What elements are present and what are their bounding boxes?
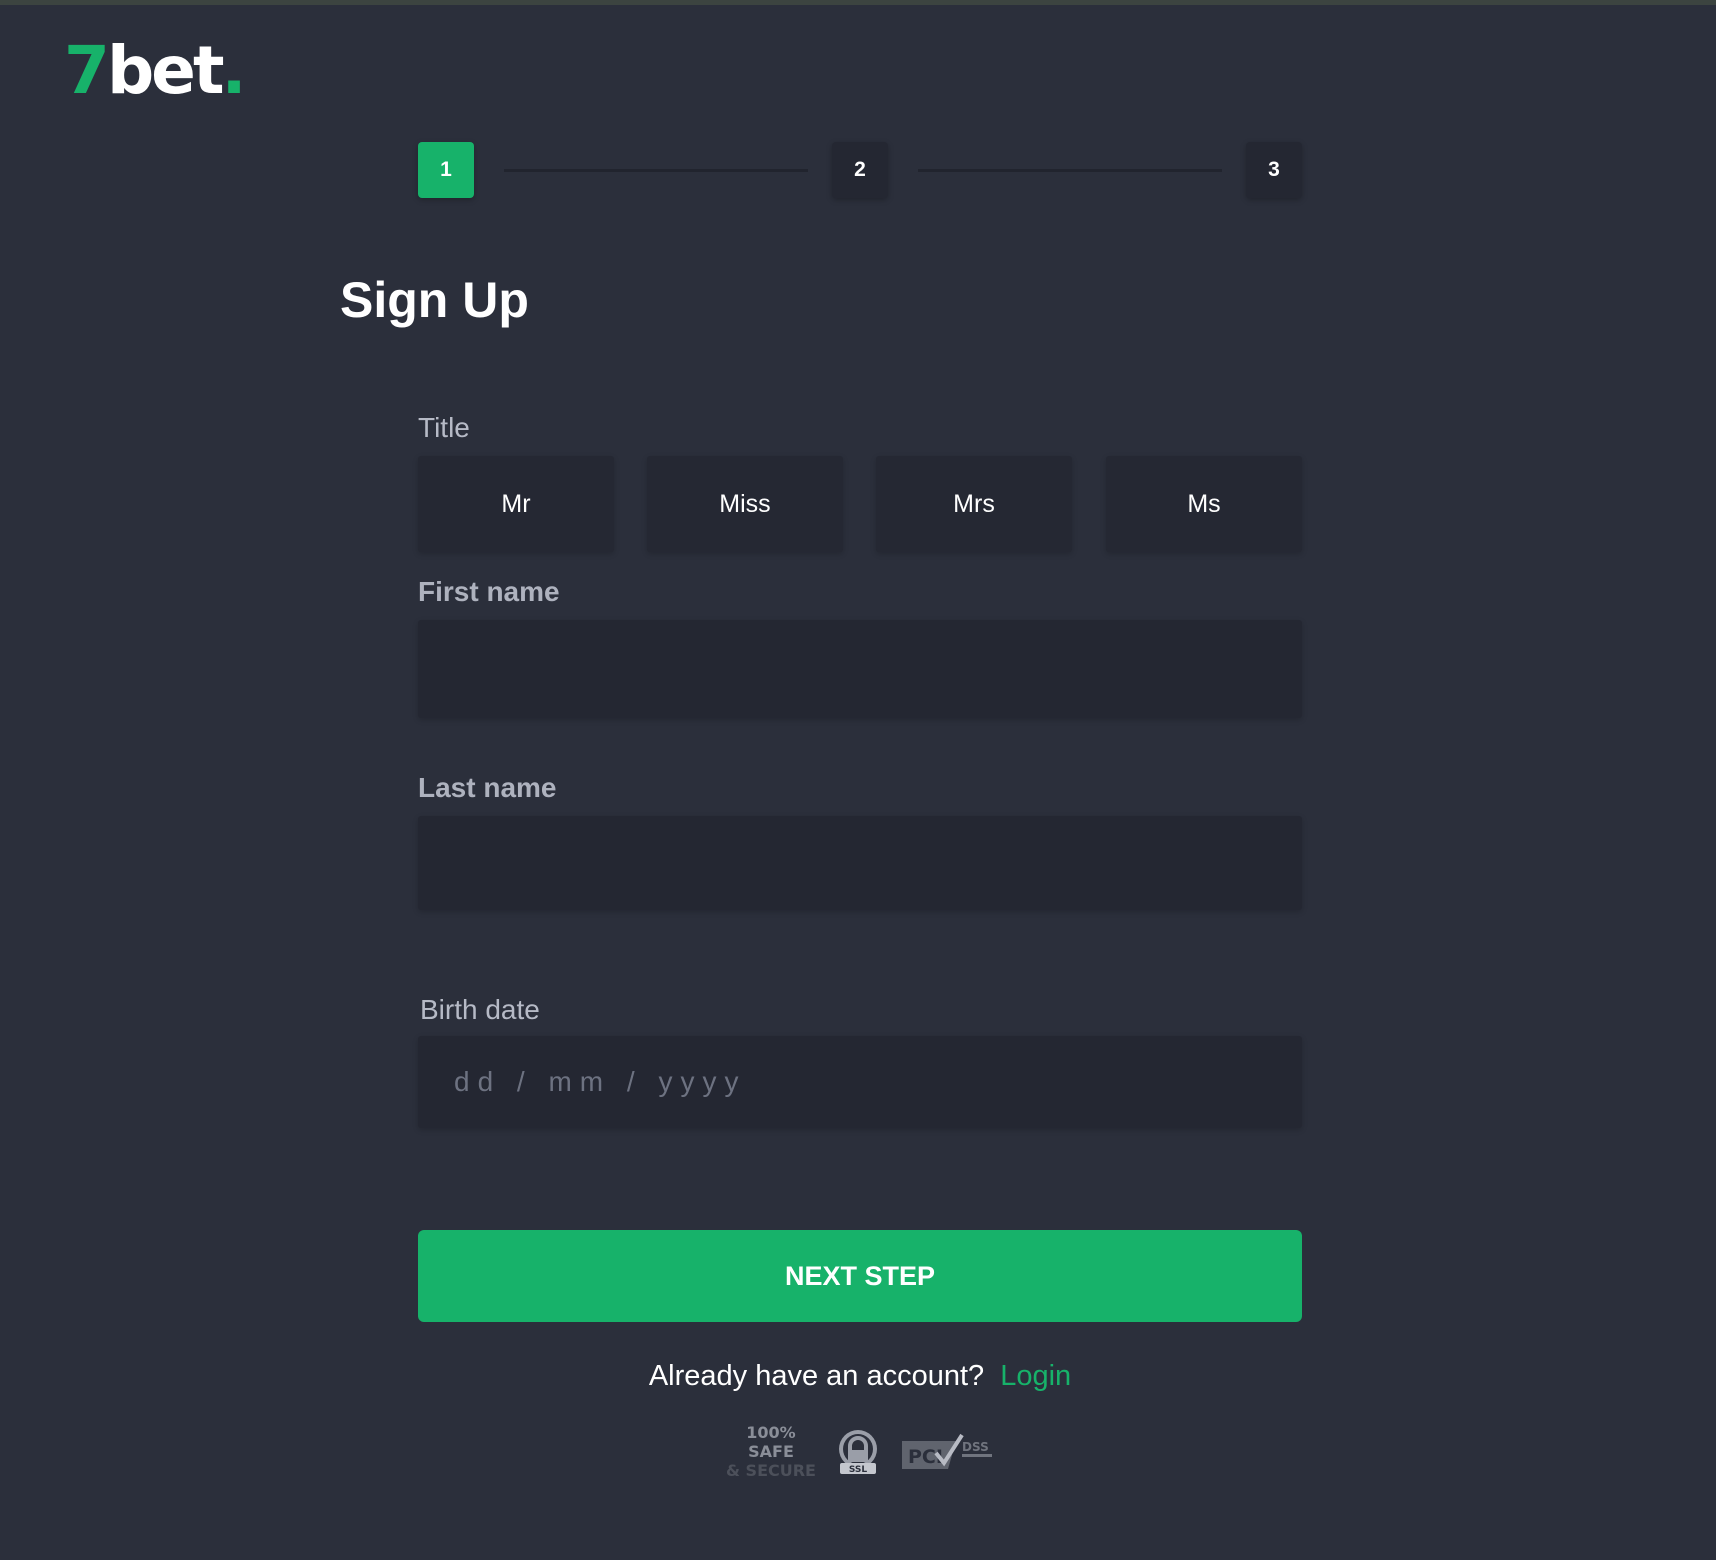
step-connector-2 bbox=[918, 169, 1222, 172]
title-option-miss[interactable]: Miss bbox=[647, 456, 843, 552]
top-border bbox=[0, 0, 1716, 5]
first-name-label: First name bbox=[418, 576, 560, 607]
safe-badge-line-2: & SECURE bbox=[726, 1460, 816, 1480]
pci-dss-icon: PCI DSS bbox=[900, 1429, 996, 1473]
step-3: 3 bbox=[1246, 142, 1302, 198]
signup-stepper: 1 2 3 bbox=[418, 142, 1302, 198]
title-label: Title bbox=[418, 412, 470, 443]
ssl-lock-icon: SSL bbox=[834, 1427, 882, 1475]
next-step-button[interactable]: NEXT STEP bbox=[418, 1230, 1302, 1322]
dss-text: DSS bbox=[962, 1440, 989, 1454]
birth-date-label: Birth date bbox=[420, 994, 540, 1025]
brand-logo[interactable]: 7bet. bbox=[64, 36, 247, 106]
step-2: 2 bbox=[832, 142, 888, 198]
title-option-mr[interactable]: Mr bbox=[418, 456, 614, 552]
login-link[interactable]: Login bbox=[1000, 1360, 1071, 1392]
trust-badges: 100% SAFE & SECURE SSL PCI DSS bbox=[726, 1423, 996, 1480]
safe-secure-badge: 100% SAFE & SECURE bbox=[726, 1423, 816, 1480]
birth-date-input[interactable] bbox=[418, 1036, 1302, 1128]
ssl-text: SSL bbox=[849, 1465, 868, 1475]
page-title: Sign Up bbox=[340, 272, 529, 328]
last-name-input[interactable] bbox=[418, 816, 1302, 910]
safe-badge-line-1: 100% SAFE bbox=[746, 1422, 796, 1461]
title-options: Mr Miss Mrs Ms bbox=[418, 456, 1302, 552]
logo-bet: bet bbox=[106, 32, 225, 109]
first-name-input[interactable] bbox=[418, 620, 1302, 718]
title-option-mrs[interactable]: Mrs bbox=[876, 456, 1072, 552]
title-option-ms[interactable]: Ms bbox=[1106, 456, 1302, 552]
logo-seven: 7 bbox=[64, 32, 110, 109]
step-connector-1 bbox=[504, 169, 808, 172]
login-prompt-text: Already have an account? bbox=[648, 1360, 985, 1392]
step-1: 1 bbox=[418, 142, 474, 198]
last-name-label: Last name bbox=[418, 772, 557, 803]
logo-dot: . bbox=[221, 32, 247, 109]
login-prompt: Already have an account? Login bbox=[418, 1356, 1302, 1396]
